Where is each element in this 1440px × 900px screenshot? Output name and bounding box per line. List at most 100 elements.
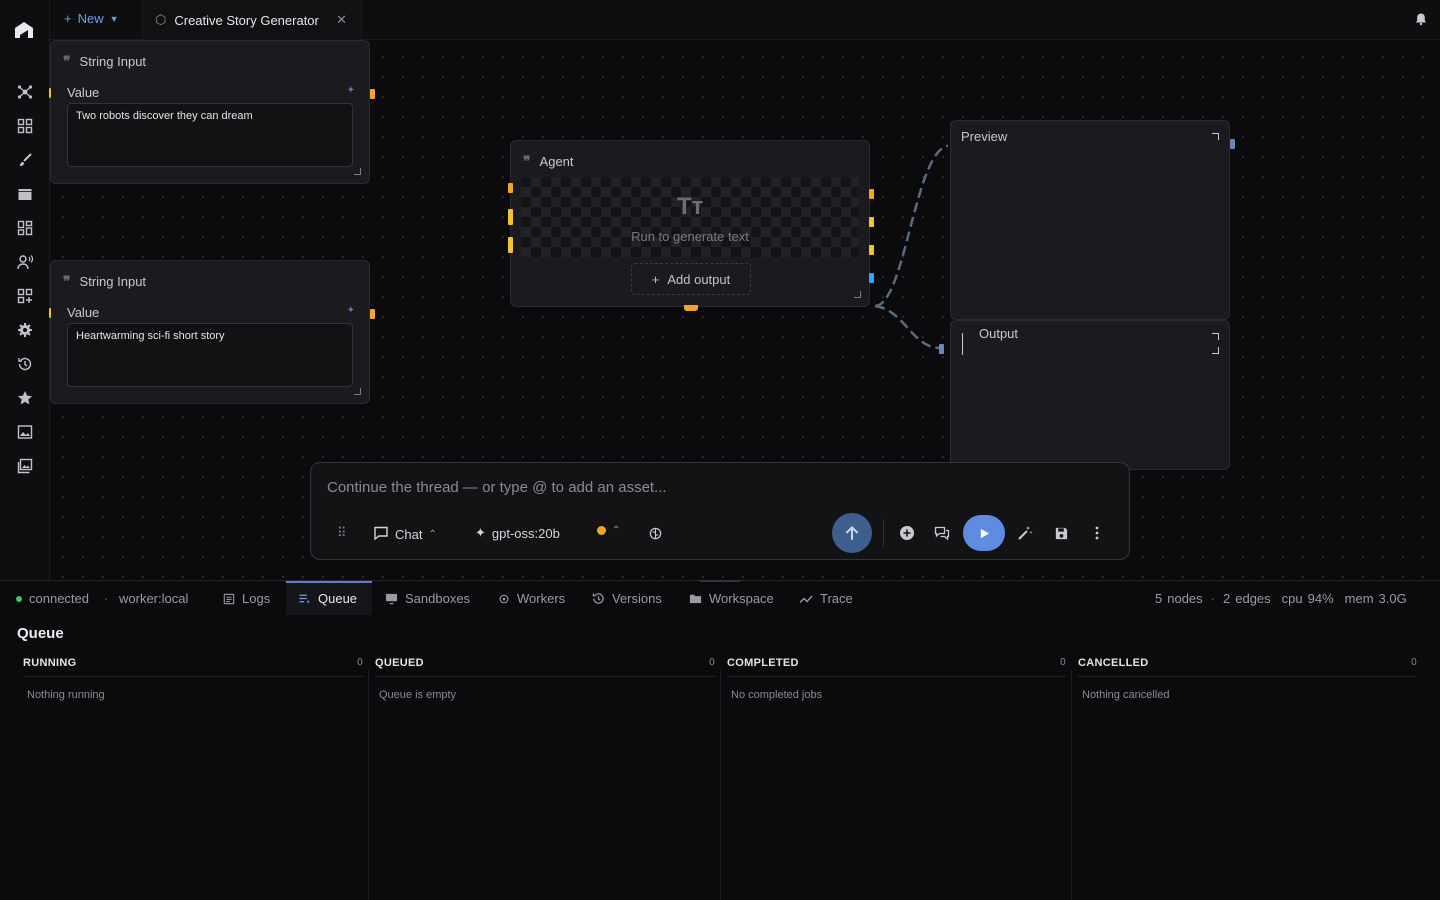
- string-input-node-1[interactable]: ❞ String Input Value ✦ Two robots discov…: [49, 40, 375, 184]
- quote-icon: ❞: [523, 153, 530, 169]
- magic-wand-icon[interactable]: [1017, 525, 1033, 541]
- bell-icon[interactable]: [1414, 12, 1428, 26]
- value-textarea[interactable]: Two robots discover they can dream: [67, 103, 353, 167]
- app-logo[interactable]: [12, 18, 36, 42]
- run-button[interactable]: [963, 515, 1005, 551]
- tab-creative-story-generator[interactable]: ⬡ Creative Story Generator ✕: [142, 0, 362, 40]
- model-selector[interactable]: ✦ gpt-oss:20b: [475, 525, 560, 541]
- text-preview-area: Tт Run to generate text: [521, 177, 859, 257]
- mode-selector[interactable]: Chat ⌃: [373, 525, 437, 544]
- history-icon[interactable]: [15, 354, 35, 374]
- agent-node[interactable]: ❞ Agent Tт Run to generate text + Add ou…: [508, 140, 874, 311]
- add-circle-icon[interactable]: [899, 525, 915, 541]
- expand-icon[interactable]: [1212, 133, 1219, 140]
- tab-queue[interactable]: Queue: [298, 591, 357, 606]
- tab-workspace[interactable]: Workspace: [689, 591, 774, 606]
- send-button[interactable]: [832, 513, 872, 553]
- chat-icon: [373, 525, 389, 544]
- input-port[interactable]: [508, 209, 513, 225]
- empty-state: Nothing running: [27, 689, 105, 701]
- resize-handle[interactable]: [854, 291, 861, 298]
- voice-icon[interactable]: [15, 252, 35, 272]
- reasoning-selector[interactable]: ⌃: [597, 525, 620, 536]
- sparkle-icon[interactable]: ✦: [347, 305, 355, 316]
- apps-add-icon[interactable]: [15, 286, 35, 306]
- fullscreen-icon[interactable]: [962, 333, 970, 355]
- queue-column-completed: COMPLETED 0 No completed jobs: [721, 651, 1072, 900]
- clapperboard-icon[interactable]: [15, 184, 35, 204]
- brush-icon[interactable]: [15, 150, 35, 170]
- tab-logs[interactable]: Logs: [223, 591, 270, 606]
- image-library-icon[interactable]: [15, 456, 35, 476]
- tab-trace[interactable]: Trace: [799, 591, 853, 606]
- bottom-port[interactable]: [684, 305, 698, 311]
- column-count: 0: [1411, 657, 1417, 668]
- add-output-button[interactable]: + Add output: [631, 263, 751, 295]
- workflow-icon: ⬡: [155, 12, 167, 27]
- drag-handle-icon[interactable]: ⠿: [337, 525, 347, 541]
- output-port[interactable]: [869, 273, 874, 283]
- column-title: QUEUED: [375, 657, 424, 669]
- queue-column-cancelled: CANCELLED 0 Nothing cancelled: [1072, 651, 1423, 900]
- left-sidebar: [0, 0, 50, 580]
- output-port[interactable]: [370, 309, 375, 319]
- output-port[interactable]: [869, 217, 874, 227]
- input-port[interactable]: [508, 237, 513, 253]
- nodes-count: 5: [1155, 591, 1163, 606]
- output-node[interactable]: Output: [939, 320, 1230, 470]
- add-output-label: Add output: [667, 271, 731, 287]
- sparkle-icon[interactable]: ✦: [347, 85, 355, 96]
- model-label: gpt-oss:20b: [491, 525, 560, 541]
- connected-dot: [16, 595, 22, 602]
- column-header: COMPLETED 0: [727, 657, 1066, 677]
- output-port[interactable]: [869, 189, 874, 199]
- bottom-panel: connected · worker:local Logs Queue Sand…: [0, 580, 1440, 900]
- sparkles-icon: ✦: [475, 525, 486, 540]
- resize-handle[interactable]: [354, 388, 361, 395]
- new-button[interactable]: + New ▼: [64, 11, 119, 26]
- chevron-up-icon: ⌃: [428, 529, 437, 540]
- edges-count: 2: [1223, 591, 1231, 606]
- preview-node[interactable]: Preview: [950, 120, 1235, 320]
- resize-handle[interactable]: [354, 168, 361, 175]
- nodes-icon[interactable]: [15, 82, 35, 102]
- quote-icon: ❞: [63, 273, 70, 289]
- tab-versions[interactable]: Versions: [592, 591, 662, 606]
- tab-sandboxes[interactable]: Sandboxes: [385, 591, 470, 606]
- output-port[interactable]: [869, 245, 874, 255]
- trend-icon: [799, 595, 813, 603]
- new-button-label: New: [77, 11, 104, 26]
- threads-icon[interactable]: [934, 525, 950, 541]
- output-port[interactable]: [1230, 139, 1235, 149]
- input-port[interactable]: [49, 308, 51, 318]
- plus-icon: +: [651, 271, 660, 287]
- output-port[interactable]: [370, 89, 375, 99]
- chat-input[interactable]: Continue the thread — or type @ to add a…: [327, 479, 667, 496]
- nodes-label: nodes: [1167, 591, 1203, 606]
- more-vertical-icon[interactable]: [1089, 525, 1105, 541]
- settings-icon[interactable]: [15, 320, 35, 340]
- dashboard-icon[interactable]: [15, 218, 35, 238]
- save-icon[interactable]: [1053, 525, 1069, 541]
- input-port[interactable]: [508, 183, 513, 193]
- expand-icon[interactable]: [1212, 333, 1219, 340]
- queue-icon: [299, 594, 311, 604]
- brain-icon[interactable]: [647, 525, 663, 541]
- grid-icon[interactable]: [15, 116, 35, 136]
- worker-label: worker:local: [119, 591, 189, 606]
- column-title: CANCELLED: [1078, 657, 1149, 669]
- queue-title: Queue: [17, 625, 64, 642]
- input-port[interactable]: [49, 88, 51, 98]
- input-port[interactable]: [939, 344, 944, 354]
- empty-state: No completed jobs: [731, 689, 823, 701]
- tab-label: Queue: [318, 591, 358, 606]
- star-icon[interactable]: [15, 388, 35, 408]
- tab-workers[interactable]: Workers: [498, 591, 565, 606]
- string-input-node-2[interactable]: ❞ String Input Value ✦ Heartwarming sci-…: [49, 260, 375, 404]
- value-textarea[interactable]: Heartwarming sci-fi short story: [67, 323, 353, 387]
- node-header: ❞ String Input: [63, 53, 146, 70]
- close-icon[interactable]: ✕: [336, 12, 347, 28]
- arrow-up-icon: [845, 525, 859, 540]
- empty-state: Queue is empty: [379, 689, 457, 701]
- gallery-icon[interactable]: [15, 422, 35, 442]
